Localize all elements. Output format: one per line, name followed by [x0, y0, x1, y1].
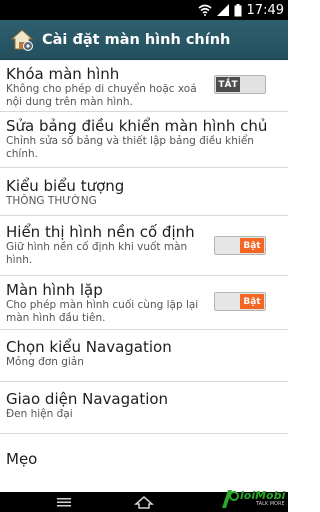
- setting-title: Giao diện Navagation: [6, 390, 169, 408]
- status-time: 17:49: [246, 2, 284, 18]
- setting-lock-screen[interactable]: Khóa màn hình Không cho phép di chuyển h…: [0, 60, 288, 112]
- setting-subtitle: Cho phép màn hình cuối cùng lặp lại màn …: [6, 299, 199, 324]
- toggle-label: TẮT: [216, 77, 240, 92]
- setting-subtitle: Chỉnh sửa số bảng và thiết lập bảng điều…: [6, 135, 254, 160]
- setting-navigation-theme[interactable]: Giao diện Navagation Đen hiện đại: [0, 382, 288, 434]
- setting-title: Hiển thị hình nền cố định: [6, 223, 195, 241]
- setting-subtitle: Đen hiện đại: [6, 408, 73, 420]
- home-icon[interactable]: [134, 494, 154, 510]
- setting-title: Kiểu biểu tượng: [6, 177, 125, 195]
- setting-title: Sửa bảng điều khiển màn hình chủ: [6, 117, 268, 135]
- setting-subtitle: Mỏng đơn giản: [6, 356, 84, 368]
- setting-navigation-style[interactable]: Chọn kiểu Navagation Mỏng đơn giản: [0, 330, 288, 382]
- setting-title: Màn hình lặp: [6, 281, 103, 299]
- setting-subtitle: Giữ hình nền cố định khi vuốt màn hình.: [6, 241, 188, 266]
- watermark-tagline: TALK MORE: [256, 501, 285, 507]
- toggle-label: Bật: [240, 294, 264, 309]
- setting-title: Chọn kiểu Navagation: [6, 338, 172, 356]
- setting-fixed-wallpaper[interactable]: Hiển thị hình nền cố định Giữ hình nền c…: [0, 216, 288, 276]
- setting-loop-screen[interactable]: Màn hình lặp Cho phép màn hình cuối cùng…: [0, 276, 288, 330]
- setting-title: Khóa màn hình: [6, 65, 120, 83]
- settings-list: Khóa màn hình Không cho phép di chuyển h…: [0, 60, 288, 492]
- battery-icon: [234, 3, 242, 17]
- page-title: Cài đặt màn hình chính: [42, 31, 231, 48]
- status-bar: 17:49: [0, 0, 288, 20]
- menu-icon[interactable]: [56, 494, 72, 510]
- loop-screen-toggle[interactable]: Bật: [214, 292, 266, 311]
- lock-screen-toggle[interactable]: TẮT: [214, 75, 266, 94]
- home-settings-icon[interactable]: [10, 28, 34, 52]
- watermark: loiMobi TALK MORE: [216, 484, 288, 512]
- setting-title: Mẹo: [6, 450, 38, 468]
- setting-subtitle: THÔNG THƯỜNG: [6, 195, 97, 207]
- fixed-wallpaper-toggle[interactable]: Bật: [214, 236, 266, 255]
- signal-icon: [216, 4, 229, 16]
- action-bar: Cài đặt màn hình chính: [0, 20, 288, 60]
- setting-icon-style[interactable]: Kiểu biểu tượng THÔNG THƯỜNG: [0, 168, 288, 216]
- toggle-label: Bật: [240, 238, 264, 253]
- setting-subtitle: Không cho phép di chuyển hoặc xoá nội du…: [6, 83, 197, 108]
- setting-edit-home-panels[interactable]: Sửa bảng điều khiển màn hình chủ Chỉnh s…: [0, 112, 288, 168]
- watermark-logo: loiMobi TALK MORE: [216, 484, 288, 512]
- wifi-icon: [198, 4, 212, 16]
